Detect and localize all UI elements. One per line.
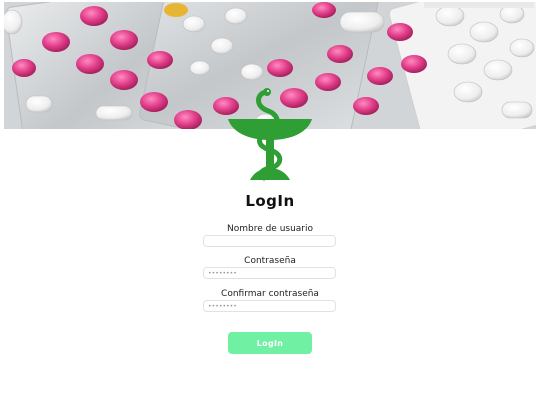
confirm-password-input[interactable]: [203, 300, 336, 312]
username-input[interactable]: [203, 235, 336, 247]
password-label: Contraseña: [244, 256, 296, 266]
login-button[interactable]: LogIn: [228, 332, 312, 354]
bowl-of-hygieia-icon: [226, 88, 314, 184]
login-title: LogIn: [245, 192, 295, 210]
password-input[interactable]: [203, 267, 336, 279]
login-page: LogIn Nombre de usuario Contraseña Confi…: [0, 0, 540, 405]
confirm-password-label: Confirmar contraseña: [221, 289, 319, 299]
username-label: Nombre de usuario: [226, 224, 314, 234]
